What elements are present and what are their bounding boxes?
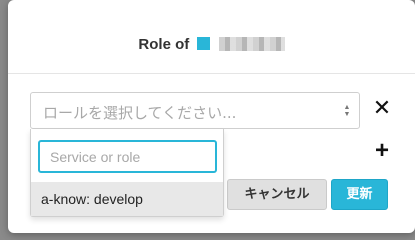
select-arrows-icon: ▲ ▼ bbox=[343, 104, 351, 118]
redacted-user-name bbox=[218, 37, 285, 51]
close-icon: ✕ bbox=[372, 95, 392, 120]
role-dropdown: a-know: develop bbox=[30, 129, 224, 217]
role-select-placeholder: ロールを選択してください... bbox=[43, 104, 237, 122]
plus-icon: + bbox=[374, 137, 389, 164]
modal-header: Role of bbox=[8, 0, 415, 74]
modal-title: Role of bbox=[8, 36, 415, 54]
add-role-button[interactable]: + bbox=[372, 139, 392, 163]
remove-role-button[interactable]: ✕ bbox=[372, 96, 392, 120]
role-modal: Role of ロールを選択してください... ▲▼ ✕ + a-know: d… bbox=[8, 0, 415, 233]
title-prefix: Role of bbox=[138, 36, 190, 53]
role-search-input[interactable] bbox=[38, 140, 217, 173]
user-color-swatch bbox=[197, 37, 211, 50]
update-button[interactable]: 更新 bbox=[331, 179, 388, 210]
cancel-button[interactable]: キャンセル bbox=[227, 179, 327, 210]
dropdown-option[interactable]: a-know: develop bbox=[31, 182, 223, 216]
role-select[interactable]: ロールを選択してください... ▲ ▼ bbox=[30, 92, 360, 129]
